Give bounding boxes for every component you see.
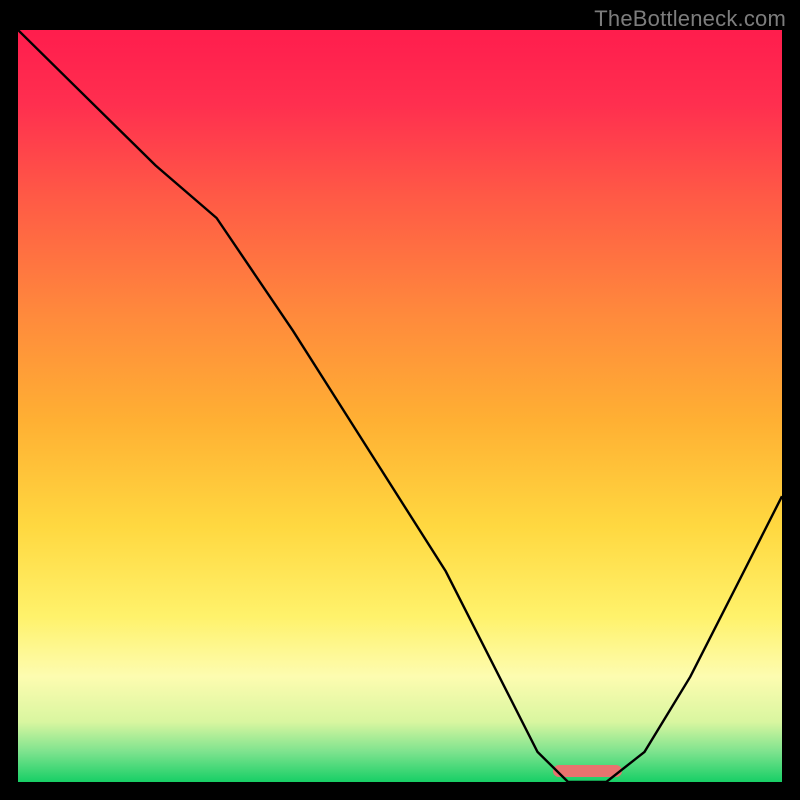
bottleneck-curve [18,30,782,782]
plot-area [18,30,782,782]
watermark-text: TheBottleneck.com [594,6,786,32]
curve-path [18,30,782,782]
chart-frame [18,30,782,782]
